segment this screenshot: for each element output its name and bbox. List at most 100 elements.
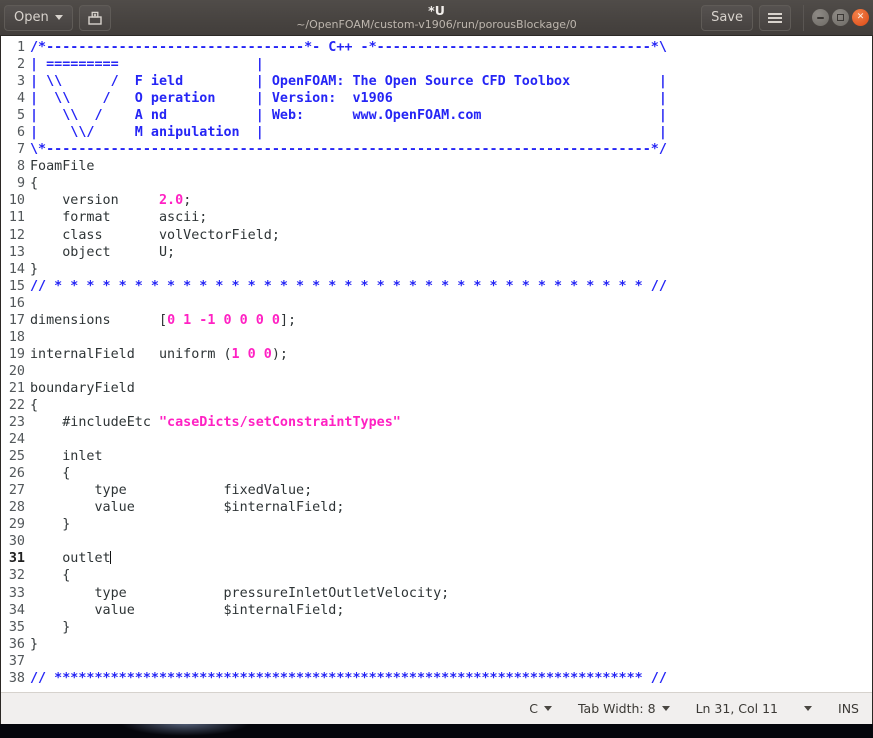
minimize-icon[interactable] xyxy=(812,9,829,26)
code-line[interactable]: 9{ xyxy=(0,175,873,192)
code-line[interactable]: 17 dimensions [0 1 -1 0 0 0 0]; xyxy=(0,312,873,329)
save-button[interactable]: Save xyxy=(701,4,753,31)
code-token-plain: ); xyxy=(271,346,288,362)
code-line[interactable]: 19 internalField uniform (1 0 0); xyxy=(0,346,873,363)
chevron-down-icon xyxy=(804,706,813,711)
code-line[interactable]: 33 type pressureInletOutletVelocity; xyxy=(0,585,873,602)
code-line[interactable]: 4 | \\ / O peration | Version: v1906 | xyxy=(0,90,873,107)
status-bar: C Tab Width: 8 Ln 31, Col 11 INS xyxy=(0,692,873,724)
save-as-button[interactable] xyxy=(78,4,111,31)
code-line[interactable]: 18 xyxy=(0,329,873,346)
tab-width-selector[interactable]: Tab Width: 8 xyxy=(578,701,670,716)
editor-area[interactable]: 1 /*--------------------------------*- C+… xyxy=(0,36,873,692)
line-text: class volVectorField; xyxy=(30,227,873,244)
line-text: \*--------------------------------------… xyxy=(30,141,873,158)
code-line[interactable]: 32 { xyxy=(0,567,873,584)
maximize-icon[interactable] xyxy=(832,9,849,26)
line-number: 1 xyxy=(16,40,25,55)
language-selector[interactable]: C xyxy=(529,701,552,716)
code-line[interactable]: 24 xyxy=(0,431,873,448)
code-token-cmt: | \\/ M anipulation | | xyxy=(30,125,667,141)
line-number: 32 xyxy=(8,568,25,584)
code-content[interactable]: 1 /*--------------------------------*- C+… xyxy=(0,39,873,687)
code-token-num: 1 0 0 xyxy=(231,346,272,362)
code-line[interactable]: 8 FoamFile xyxy=(0,158,873,175)
code-line[interactable]: 3 | \\ / F ield | OpenFOAM: The Open Sour… xyxy=(0,73,873,90)
hamburger-menu-icon xyxy=(768,12,782,23)
code-line[interactable]: 16 xyxy=(0,295,873,312)
code-line[interactable]: 5 | \\ / A nd | Web: www.OpenFOAM.com | xyxy=(0,107,873,124)
code-token-str: "caseDicts/setConstraintTypes" xyxy=(159,415,401,431)
cursor-position-label: Ln 31, Col 11 xyxy=(695,701,779,716)
code-line[interactable]: 25 inlet xyxy=(0,448,873,465)
code-line[interactable]: 34 value $internalField; xyxy=(0,602,873,619)
code-line[interactable]: 35 } xyxy=(0,619,873,636)
line-text: boundaryField xyxy=(30,380,873,397)
chevron-down-icon xyxy=(543,706,552,711)
code-line[interactable]: 12 class volVectorField; xyxy=(0,227,873,244)
code-line[interactable]: 20 xyxy=(0,363,873,380)
code-token-plain: type fixedValue; xyxy=(30,483,313,499)
line-text: // *************************************… xyxy=(30,670,873,687)
code-token-plain: internalField uniform ( xyxy=(30,346,232,362)
code-line[interactable]: 1 /*--------------------------------*- C+… xyxy=(0,39,873,56)
line-number: 28 xyxy=(8,500,25,516)
desktop-glow xyxy=(120,724,250,736)
code-token-plain: FoamFile xyxy=(30,159,95,175)
desktop-background xyxy=(0,724,873,738)
line-text: } xyxy=(30,516,873,533)
code-line[interactable]: 28 value $internalField; xyxy=(0,499,873,516)
line-number: 23 xyxy=(8,415,25,431)
close-icon[interactable]: ✕ xyxy=(852,9,869,26)
code-line[interactable]: 30 xyxy=(0,533,873,550)
code-token-num: 0 1 -1 0 0 0 0 xyxy=(167,312,280,328)
line-text: #includeEtc "caseDicts/setConstraintType… xyxy=(30,414,873,431)
line-text: outlet xyxy=(30,550,873,567)
line-text: | \\ / F ield | OpenFOAM: The Open Sourc… xyxy=(30,73,873,90)
code-token-cmt: | \\ / F ield | OpenFOAM: The Open Sourc… xyxy=(30,74,667,90)
open-button[interactable]: Open xyxy=(4,4,73,31)
code-line[interactable]: 26 { xyxy=(0,465,873,482)
code-token-plain: value $internalField; xyxy=(30,500,345,516)
line-text: | \\ / O peration | Version: v1906 | xyxy=(30,90,873,107)
code-line[interactable]: 27 type fixedValue; xyxy=(0,482,873,499)
code-token-cmt: | \\ / O peration | Version: v1906 | xyxy=(30,91,667,107)
code-line[interactable]: 7 \*-------------------------------------… xyxy=(0,141,873,158)
titlebar-right-controls: Save ✕ xyxy=(701,4,869,31)
code-token-plain: format ascii; xyxy=(30,210,208,226)
code-line[interactable]: 15 // * * * * * * * * * * * * * * * * * *… xyxy=(0,278,873,295)
code-line[interactable]: 10 version 2.0; xyxy=(0,192,873,209)
code-line[interactable]: 37 xyxy=(0,653,873,670)
code-line[interactable]: 31 outlet xyxy=(0,550,873,567)
line-text: value $internalField; xyxy=(30,499,873,516)
code-token-plain: value $internalField; xyxy=(30,602,345,618)
code-line[interactable]: 29 } xyxy=(0,516,873,533)
line-number: 29 xyxy=(8,517,25,533)
insert-mode-label: INS xyxy=(838,701,859,716)
line-text: } xyxy=(30,636,873,653)
code-line[interactable]: 11 format ascii; xyxy=(0,209,873,226)
code-line[interactable]: 23 #includeEtc "caseDicts/setConstraintT… xyxy=(0,414,873,431)
code-line[interactable]: 22 { xyxy=(0,397,873,414)
cursor-position: Ln 31, Col 11 xyxy=(696,701,778,716)
code-token-plain: dimensions [ xyxy=(30,312,168,328)
code-line[interactable]: 14} xyxy=(0,261,873,278)
code-token-num: 2.0 xyxy=(159,193,184,209)
line-number: 13 xyxy=(8,244,25,260)
code-line[interactable]: 21 boundaryField xyxy=(0,380,873,397)
code-token-plain: } xyxy=(30,517,71,533)
code-token-plain: class volVectorField; xyxy=(30,227,280,243)
code-line[interactable]: 38 // ***********************************… xyxy=(0,670,873,687)
line-number: 6 xyxy=(16,125,25,141)
menu-button[interactable] xyxy=(759,4,791,31)
code-line[interactable]: 2 | ========= | xyxy=(0,56,873,73)
line-text: { xyxy=(30,175,873,192)
position-dropdown[interactable] xyxy=(804,706,813,711)
line-number: 17 xyxy=(8,312,25,328)
window-controls: ✕ xyxy=(803,4,869,31)
gedit-window: Open *U ~/OpenFOAM/custom-v1906/run/poro… xyxy=(0,0,873,738)
code-line[interactable]: 36} xyxy=(0,636,873,653)
code-token-plain: { xyxy=(30,568,71,584)
code-line[interactable]: 13 object U; xyxy=(0,244,873,261)
code-line[interactable]: 6 | \\/ M anipulation | | xyxy=(0,124,873,141)
